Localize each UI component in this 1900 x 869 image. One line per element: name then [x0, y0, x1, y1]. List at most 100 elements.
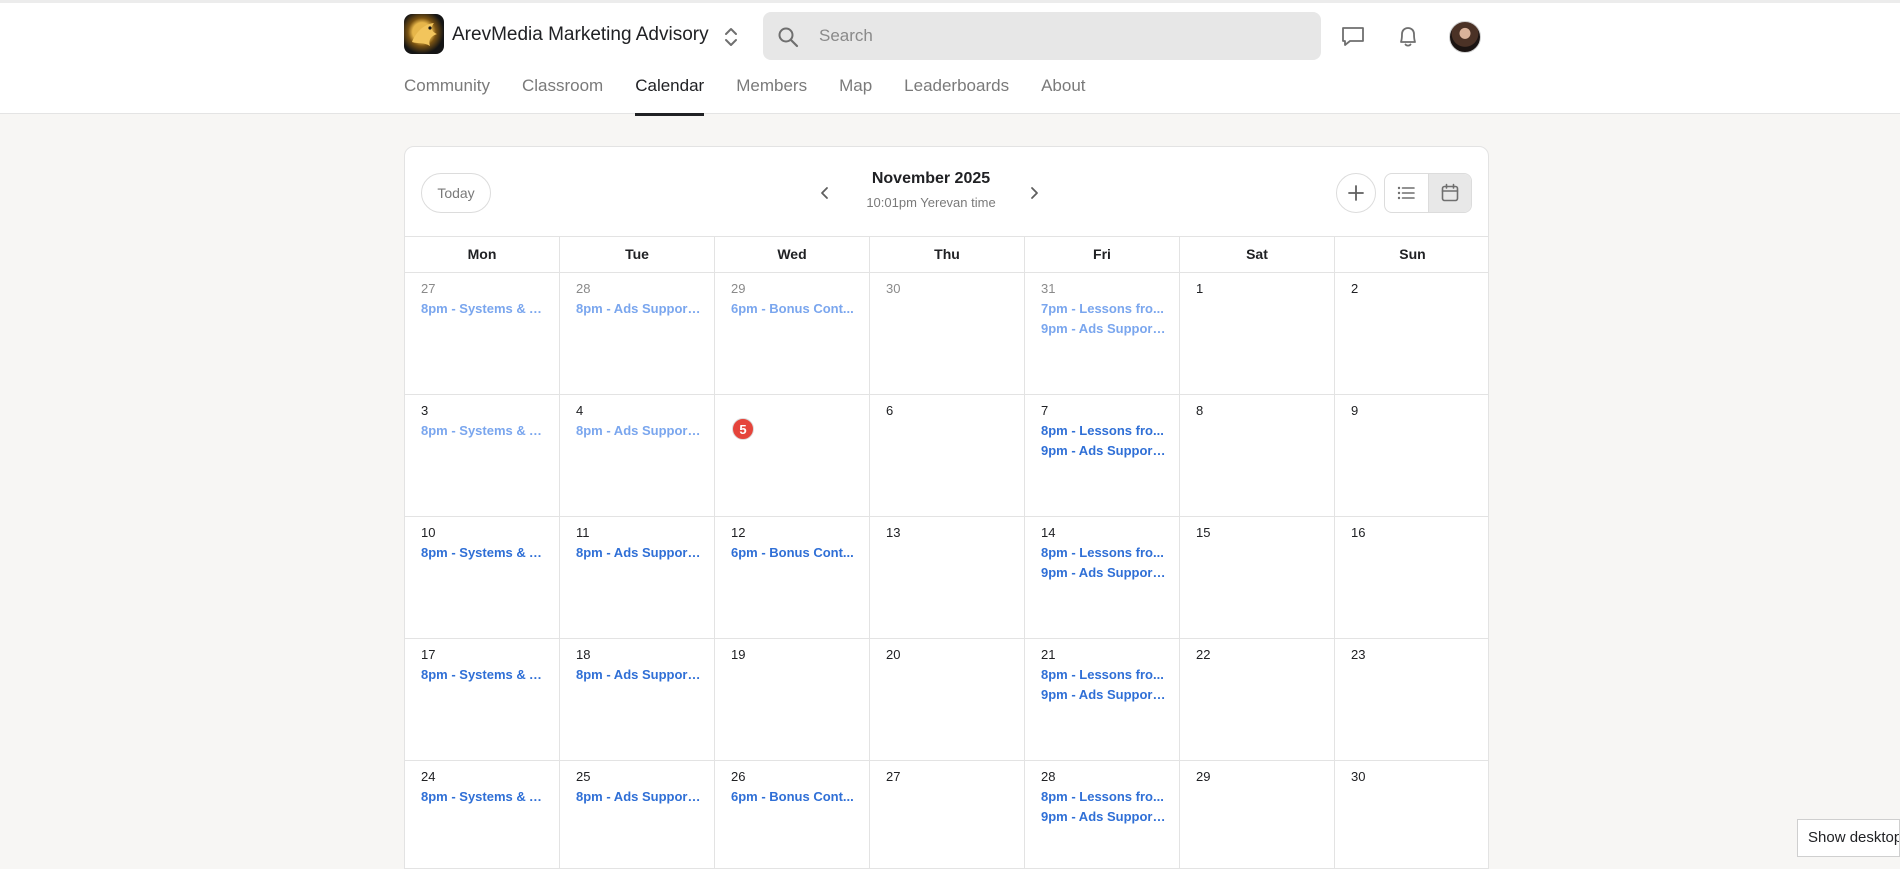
day-cell[interactable]: 11 8pm - Ads Support... [560, 517, 715, 638]
calendar-event[interactable]: 6pm - Bonus Cont... [731, 789, 857, 805]
day-number: 3 [421, 403, 429, 418]
day-cell[interactable]: 30 [1335, 761, 1488, 868]
week-row: 24 8pm - Systems & A... 25 8pm - Ads Suppor… [405, 761, 1488, 868]
day-cell[interactable]: 14 8pm - Lessons fro... 9pm - Ads Support.… [1025, 517, 1180, 638]
day-cell[interactable]: 12 6pm - Bonus Cont... [715, 517, 870, 638]
month-title: November 2025 [871, 170, 991, 187]
day-cell[interactable]: 20 [870, 639, 1025, 760]
day-cell[interactable]: 21 8pm - Lessons fro... 9pm - Ads Support.… [1025, 639, 1180, 760]
day-cell[interactable]: 15 [1180, 517, 1335, 638]
calendar-event[interactable]: 8pm - Ads Support... [576, 667, 702, 683]
tab-leaderboards[interactable]: Leaderboards [904, 76, 1009, 116]
day-number: 18 [576, 647, 591, 662]
day-cell[interactable]: 19 [715, 639, 870, 760]
day-cell[interactable]: 2 [1335, 273, 1488, 394]
day-cell[interactable]: 22 [1180, 639, 1335, 760]
weekday-mon: Mon [405, 237, 560, 272]
calendar-view-icon[interactable] [1427, 174, 1471, 212]
tab-community[interactable]: Community [404, 76, 490, 116]
day-number: 27 [421, 281, 436, 296]
tab-map[interactable]: Map [839, 76, 872, 116]
calendar-event[interactable]: 8pm - Lessons fro... [1041, 545, 1167, 561]
search-input[interactable] [819, 12, 1309, 60]
community-name[interactable]: ArevMedia Marketing Advisory [452, 24, 709, 46]
next-month-icon[interactable] [1022, 181, 1046, 205]
calendar-event[interactable]: 8pm - Lessons fro... [1041, 423, 1167, 439]
day-cell[interactable]: 16 [1335, 517, 1488, 638]
calendar-event[interactable]: 8pm - Systems & A... [421, 545, 547, 561]
day-cell[interactable]: 26 6pm - Bonus Cont... [715, 761, 870, 868]
day-number: 1 [1196, 281, 1204, 296]
day-number: 28 [576, 281, 591, 296]
calendar-event[interactable]: 8pm - Systems & A... [421, 423, 547, 439]
day-cell[interactable]: 7 8pm - Lessons fro... 9pm - Ads Support..… [1025, 395, 1180, 516]
community-logo[interactable] [404, 14, 444, 54]
day-number: 29 [1196, 769, 1211, 784]
calendar-event[interactable]: 9pm - Ads Support... [1041, 565, 1167, 581]
day-cell[interactable]: 30 [870, 273, 1025, 394]
list-view-icon[interactable] [1385, 174, 1428, 212]
view-toggle [1384, 173, 1472, 213]
day-cell[interactable]: 18 8pm - Ads Support... [560, 639, 715, 760]
calendar-event[interactable]: 8pm - Ads Support... [576, 301, 702, 317]
calendar-event[interactable]: 8pm - Ads Support... [576, 423, 702, 439]
day-number: 24 [421, 769, 436, 784]
top-bar: ArevMedia Marketing Advisory Community Cl… [0, 0, 1900, 116]
weekday-wed: Wed [715, 237, 870, 272]
day-cell[interactable]: 23 [1335, 639, 1488, 760]
calendar-event[interactable]: 6pm - Bonus Cont... [731, 301, 857, 317]
day-cell[interactable]: 28 8pm - Lessons fro... 9pm - Ads Support.… [1025, 761, 1180, 868]
day-cell[interactable]: 1 [1180, 273, 1335, 394]
day-cell[interactable]: 9 [1335, 395, 1488, 516]
calendar-event[interactable]: 9pm - Ads Support... [1041, 321, 1167, 337]
day-cell[interactable]: 27 8pm - Systems & A... [405, 273, 560, 394]
calendar-event[interactable]: 9pm - Ads Support... [1041, 687, 1167, 703]
calendar-event[interactable]: 8pm - Systems & A... [421, 667, 547, 683]
day-cell[interactable]: 8 [1180, 395, 1335, 516]
day-cell[interactable]: 10 8pm - Systems & A... [405, 517, 560, 638]
add-event-button[interactable] [1336, 173, 1376, 213]
calendar-event[interactable]: 7pm - Lessons fro... [1041, 301, 1167, 317]
search-box[interactable] [763, 12, 1321, 60]
tab-classroom[interactable]: Classroom [522, 76, 603, 116]
calendar-event[interactable]: 9pm - Ads Support... [1041, 809, 1167, 825]
calendar-event[interactable]: 8pm - Ads Support... [576, 545, 702, 561]
calendar-event[interactable]: 8pm - Systems & A... [421, 789, 547, 805]
day-cell[interactable]: 6 [870, 395, 1025, 516]
day-cell[interactable]: 27 [870, 761, 1025, 868]
plus-icon [1348, 185, 1364, 201]
calendar-event[interactable]: 8pm - Systems & A... [421, 301, 547, 317]
day-cell[interactable]: 29 6pm - Bonus Cont... [715, 273, 870, 394]
calendar-event[interactable]: 6pm - Bonus Cont... [731, 545, 857, 561]
day-cell[interactable]: 24 8pm - Systems & A... [405, 761, 560, 868]
tab-about[interactable]: About [1041, 76, 1085, 116]
show-desktop-button[interactable]: Show desktop [1797, 819, 1900, 857]
calendar-event[interactable]: 9pm - Ads Support... [1041, 443, 1167, 459]
day-cell[interactable]: 5 [715, 395, 870, 516]
day-cell[interactable]: 31 7pm - Lessons fro... 9pm - Ads Support.… [1025, 273, 1180, 394]
day-number: 17 [421, 647, 436, 662]
day-cell[interactable]: 29 [1180, 761, 1335, 868]
day-cell[interactable]: 17 8pm - Systems & A... [405, 639, 560, 760]
tab-calendar[interactable]: Calendar [635, 76, 705, 116]
bell-icon[interactable] [1393, 21, 1423, 51]
weekday-sat: Sat [1180, 237, 1335, 272]
avatar[interactable] [1449, 21, 1481, 53]
day-cell[interactable]: 28 8pm - Ads Support... [560, 273, 715, 394]
day-number: 28 [1041, 769, 1056, 784]
chat-icon[interactable] [1338, 21, 1368, 51]
day-cell[interactable]: 4 8pm - Ads Support... [560, 395, 715, 516]
today-button[interactable]: Today [421, 173, 491, 213]
calendar-event[interactable]: 8pm - Ads Support... [576, 789, 702, 805]
calendar-event[interactable]: 8pm - Lessons fro... [1041, 789, 1167, 805]
day-cell[interactable]: 3 8pm - Systems & A... [405, 395, 560, 516]
day-number: 22 [1196, 647, 1211, 662]
day-cell[interactable]: 25 8pm - Ads Support... [560, 761, 715, 868]
day-number: 16 [1351, 525, 1366, 540]
tab-members[interactable]: Members [736, 76, 807, 116]
day-cell[interactable]: 13 [870, 517, 1025, 638]
calendar-event[interactable]: 8pm - Lessons fro... [1041, 667, 1167, 683]
day-number: 9 [1351, 403, 1359, 418]
switcher-icon[interactable] [721, 25, 741, 49]
day-number: 11 [576, 525, 590, 540]
